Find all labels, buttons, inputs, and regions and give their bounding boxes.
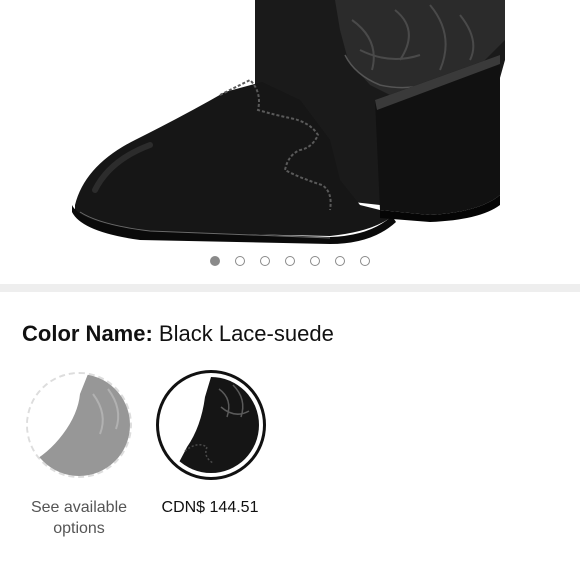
carousel-dot[interactable] <box>360 256 370 266</box>
swatch-unavailable[interactable] <box>26 372 132 478</box>
carousel-dot[interactable] <box>310 256 320 266</box>
options-text: options <box>53 520 105 537</box>
carousel-dot[interactable] <box>210 256 220 266</box>
carousel-dot[interactable] <box>260 256 270 266</box>
see-available-text: See available <box>30 499 128 516</box>
product-image-carousel[interactable] <box>0 0 580 282</box>
swatch-price[interactable]: CDN$ 144.51 <box>150 497 270 518</box>
carousel-dot[interactable] <box>235 256 245 266</box>
swatch-selected[interactable] <box>156 370 266 480</box>
boot-thumbnail-icon <box>163 377 259 473</box>
color-name-label: Color Name: <box>22 321 153 346</box>
carousel-dot[interactable] <box>335 256 345 266</box>
color-name-heading: Color Name: Black Lace-suede <box>22 321 334 347</box>
carousel-dot[interactable] <box>285 256 295 266</box>
swatch-caption-unavailable[interactable]: See available options <box>10 497 148 539</box>
boot-thumbnail-icon <box>28 374 130 476</box>
color-name-value: Black Lace-suede <box>158 321 334 346</box>
carousel-indicators <box>0 256 580 270</box>
boot-image <box>72 0 505 244</box>
section-divider <box>0 284 580 292</box>
